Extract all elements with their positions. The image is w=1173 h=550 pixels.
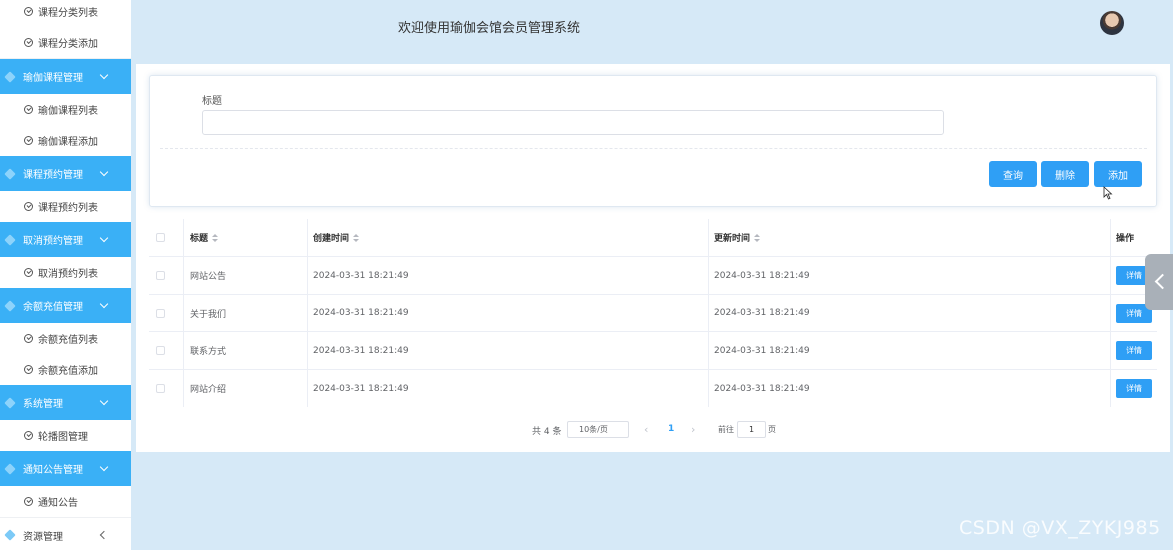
sidebar-group-resource[interactable]: 资源管理 <box>0 519 131 550</box>
check-circle-icon <box>24 497 33 506</box>
sidebar-group-system[interactable]: 系统管理 <box>0 385 131 420</box>
cell-created: 2024-03-31 18:21:49 <box>313 270 409 281</box>
sidebar-group-recharge[interactable]: 余额充值管理 <box>0 288 131 323</box>
prev-page-button[interactable]: ‹ <box>644 423 648 436</box>
check-circle-icon <box>24 7 33 16</box>
sort-icon[interactable] <box>754 233 761 242</box>
sidebar-group-notice[interactable]: 通知公告管理 <box>0 451 131 486</box>
check-circle-icon <box>24 334 33 343</box>
table-row: 联系方式 2024-03-31 18:21:49 2024-03-31 18:2… <box>149 332 1157 370</box>
column-divider <box>1110 219 1111 407</box>
cell-title: 关于我们 <box>190 309 227 320</box>
cell-title: 联系方式 <box>190 347 227 357</box>
diamond-icon <box>4 167 16 180</box>
table-row: 关于我们 2024-03-31 18:21:49 2024-03-31 18:2… <box>149 295 1157 332</box>
sidebar-item-booking-list[interactable]: 课程预约列表 <box>0 191 131 223</box>
column-header-title[interactable]: 标题 <box>190 219 219 256</box>
table-header-row: 标题 创建时间 更新时间 操作 <box>149 219 1157 257</box>
cell-title: 网站公告 <box>190 272 227 282</box>
add-button[interactable]: 添加 <box>1094 161 1142 187</box>
delete-button[interactable]: 删除 <box>1041 161 1089 187</box>
check-circle-icon <box>24 365 33 374</box>
diamond-icon <box>4 462 16 475</box>
cell-created: 2024-03-31 18:21:49 <box>313 383 409 394</box>
diamond-icon <box>4 70 16 83</box>
row-checkbox[interactable] <box>156 332 165 369</box>
check-circle-icon <box>24 202 33 211</box>
user-avatar[interactable] <box>1100 11 1124 35</box>
sidebar-item-notice[interactable]: 通知公告 <box>0 486 131 518</box>
search-card <box>149 75 1157 207</box>
cell-updated: 2024-03-31 18:21:49 <box>714 383 810 394</box>
watermark: CSDN @VX_ZYKJ985 <box>959 517 1161 539</box>
sidebar-group-cancel-booking[interactable]: 取消预约管理 <box>0 222 131 257</box>
cell-updated: 2024-03-31 18:21:49 <box>714 308 810 318</box>
chevron-left-icon <box>99 530 109 540</box>
row-checkbox[interactable] <box>156 257 165 294</box>
cell-title: 网站介绍 <box>190 385 227 395</box>
sidebar-item-yoga-course-add[interactable]: 瑜伽课程添加 <box>0 125 131 157</box>
query-button[interactable]: 查询 <box>989 161 1037 187</box>
next-page-button[interactable]: › <box>691 423 695 436</box>
chevron-down-icon <box>99 167 109 177</box>
sidebar-item-carousel[interactable]: 轮播图管理 <box>0 420 131 452</box>
diamond-icon <box>4 299 16 312</box>
table-row: 网站介绍 2024-03-31 18:21:49 2024-03-31 18:2… <box>149 370 1157 407</box>
sort-icon[interactable] <box>353 233 360 242</box>
mouse-cursor-icon <box>1103 186 1113 200</box>
page-size-select[interactable]: 10条/页 <box>567 421 629 438</box>
column-divider <box>708 219 709 407</box>
sidebar-item-yoga-course-list[interactable]: 瑜伽课程列表 <box>0 94 131 126</box>
row-checkbox[interactable] <box>156 295 165 331</box>
diamond-icon <box>4 529 16 541</box>
page-title: 欢迎使用瑜伽会馆会员管理系统 <box>398 21 581 36</box>
diamond-icon <box>4 233 16 246</box>
table-row: 网站公告 2024-03-31 18:21:49 2024-03-31 18:2… <box>149 257 1157 295</box>
cell-created: 2024-03-31 18:21:49 <box>313 345 409 356</box>
detail-button[interactable]: 详情 <box>1116 341 1152 360</box>
sidebar-item-course-category-add[interactable]: 课程分类添加 <box>0 27 131 59</box>
search-title-input[interactable] <box>202 110 944 135</box>
page-number-current[interactable]: 1 <box>668 424 674 434</box>
diamond-icon <box>4 396 16 409</box>
pagination-total: 共 4 条 <box>532 427 562 437</box>
sidebar-menu: 课程分类列表 课程分类添加 瑜伽课程管理 瑜伽课程列表 瑜伽课程添加 课程预约管… <box>0 0 131 550</box>
sidebar-item-recharge-add[interactable]: 余额充值添加 <box>0 354 131 386</box>
cell-updated: 2024-03-31 18:21:49 <box>714 270 810 281</box>
column-divider <box>307 219 308 407</box>
detail-button[interactable]: 详情 <box>1116 379 1152 398</box>
check-circle-icon <box>24 38 33 47</box>
search-title-label: 标题 <box>202 96 222 107</box>
chevron-down-icon <box>99 462 109 472</box>
column-header-action: 操作 <box>1116 234 1135 244</box>
select-all-checkbox[interactable] <box>156 219 165 256</box>
column-divider <box>183 219 184 407</box>
sidebar-item-course-category-list[interactable]: 课程分类列表 <box>0 0 131 28</box>
sidebar-item-recharge-list[interactable]: 余额充值列表 <box>0 323 131 355</box>
goto-page-input[interactable]: 1 <box>737 421 766 438</box>
check-circle-icon <box>24 268 33 277</box>
chevron-down-icon <box>99 70 109 80</box>
goto-label: 前往 <box>718 425 734 434</box>
row-checkbox[interactable] <box>156 370 165 407</box>
sidebar-group-booking[interactable]: 课程预约管理 <box>0 156 131 191</box>
sort-icon[interactable] <box>212 233 219 242</box>
column-header-created[interactable]: 创建时间 <box>313 219 360 256</box>
collapse-panel-tab[interactable] <box>1145 254 1173 310</box>
sidebar-item-cancel-booking-list[interactable]: 取消预约列表 <box>0 257 131 289</box>
page-unit-label: 页 <box>768 425 776 434</box>
check-circle-icon <box>24 105 33 114</box>
divider <box>160 148 1147 149</box>
check-circle-icon <box>24 431 33 440</box>
chevron-down-icon <box>99 233 109 243</box>
cell-updated: 2024-03-31 18:21:49 <box>714 345 810 356</box>
column-header-updated[interactable]: 更新时间 <box>714 219 761 256</box>
chevron-down-icon <box>99 396 109 406</box>
chevron-down-icon <box>99 299 109 309</box>
sidebar-group-yoga-course[interactable]: 瑜伽课程管理 <box>0 59 131 94</box>
check-circle-icon <box>24 136 33 145</box>
cell-created: 2024-03-31 18:21:49 <box>313 308 409 318</box>
